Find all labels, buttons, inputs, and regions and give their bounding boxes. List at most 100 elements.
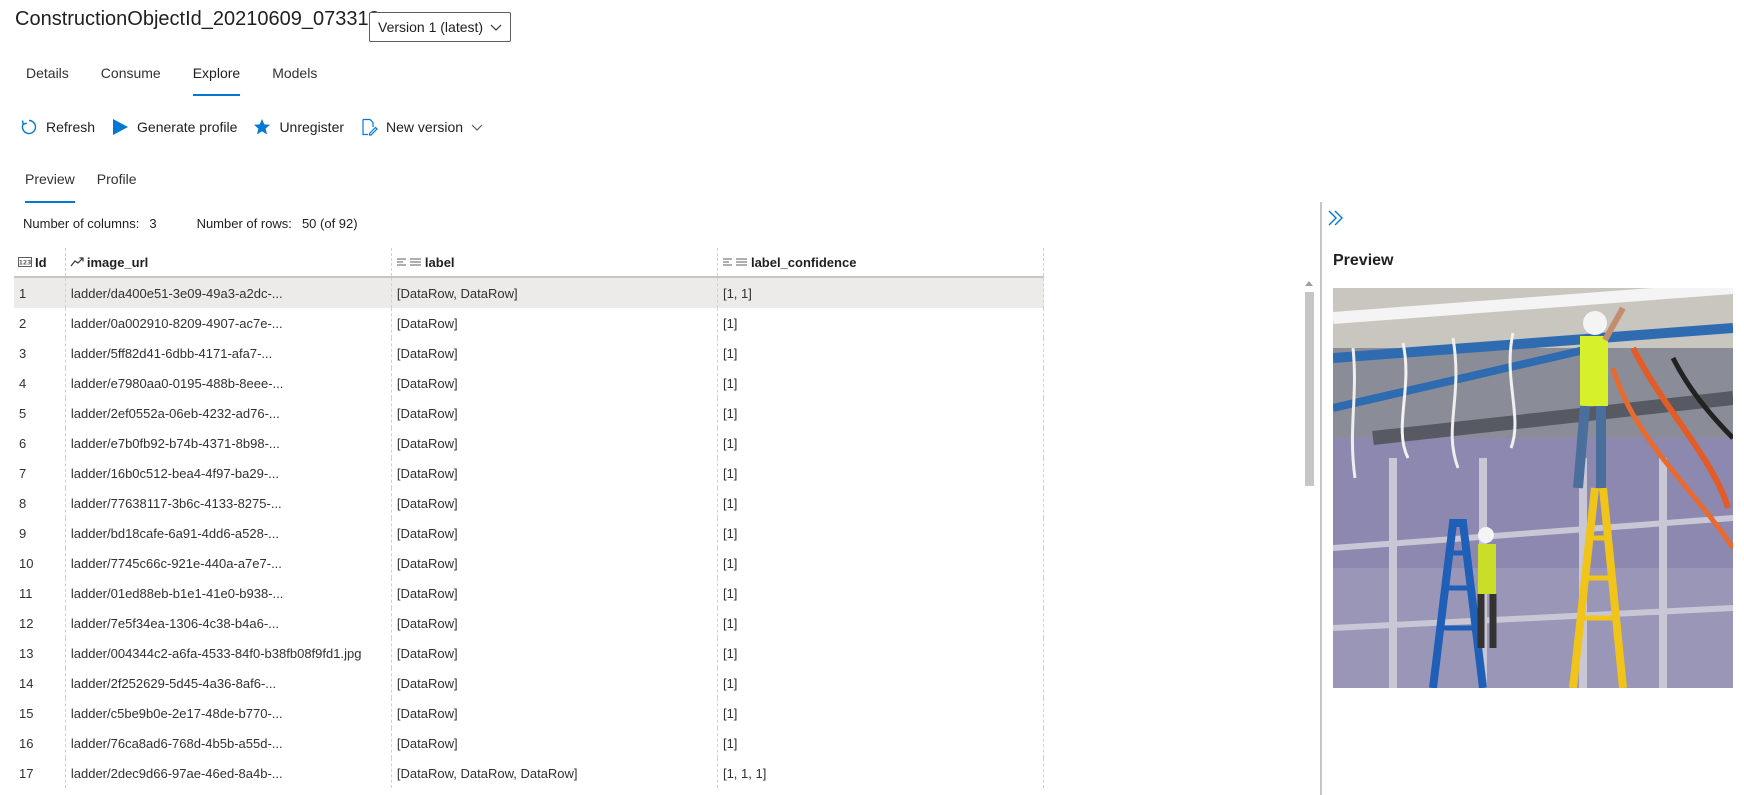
cell-image-url: ladder/7745c66c-921e-440a-a7e7-...	[66, 548, 392, 578]
table-row[interactable]: 14 ladder/2f252629-5d45-4a36-8af6-... [Dat…	[14, 668, 1044, 698]
cell-id: 17	[14, 758, 66, 788]
table-row[interactable]: 2 ladder/0a002910-8209-4907-ac7e-... [Data…	[14, 308, 1044, 338]
cell-image-url: ladder/bd18cafe-6a91-4dd6-a528-...	[66, 518, 392, 548]
table-row[interactable]: 17 ladder/2dec9d66-97ae-46ed-8a4b-... [Dat…	[14, 758, 1044, 788]
svg-text:123: 123	[19, 260, 32, 267]
cell-label: [DataRow]	[392, 458, 718, 488]
column-header-id[interactable]: 123 Id	[14, 248, 66, 276]
rows-label: Number of rows:	[196, 216, 292, 231]
cell-label: [DataRow, DataRow]	[392, 278, 718, 308]
table-scrollbar[interactable]	[1302, 278, 1316, 795]
data-preview-table: 123 Id image_url label label_confidence	[14, 248, 1044, 788]
cell-image-url: ladder/2ef0552a-06eb-4232-ad76-...	[66, 398, 392, 428]
table-row[interactable]: 12 ladder/7e5f34ea-1306-4c38-b4a6-... [Dat…	[14, 608, 1044, 638]
page-title: ConstructionObjectId_20210609_073318	[15, 8, 380, 30]
collapse-pane-icon[interactable]	[1325, 207, 1347, 229]
cell-label: [DataRow]	[392, 518, 718, 548]
cell-id: 4	[14, 368, 66, 398]
column-header-label[interactable]: label	[392, 248, 718, 276]
column-header-label: label_confidence	[750, 254, 857, 270]
cell-label-confidence: [1]	[718, 608, 1044, 638]
tab-details[interactable]: Details	[10, 56, 85, 96]
refresh-icon	[21, 119, 37, 135]
generate-profile-label: Generate profile	[137, 119, 238, 135]
tab-explore[interactable]: Explore	[177, 56, 256, 96]
dataset-stats: Number of columns: 3 Number of rows: 50 (o…	[23, 216, 398, 231]
table-row[interactable]: 6 ladder/e7b0fb92-b74b-4371-8b98-... [Data…	[14, 428, 1044, 458]
subtab-profile[interactable]: Profile	[86, 168, 148, 203]
cell-id: 5	[14, 398, 66, 428]
table-row[interactable]: 5 ladder/2ef0552a-06eb-4232-ad76-... [Data…	[14, 398, 1044, 428]
table-body: 1 ladder/da400e51-3e09-49a3-a2dc-... [Data…	[14, 278, 1044, 788]
cell-label: [DataRow]	[392, 548, 718, 578]
cell-label-confidence: [1]	[718, 668, 1044, 698]
cell-id: 15	[14, 698, 66, 728]
table-row[interactable]: 4 ladder/e7980aa0-0195-488b-8eee-... [Data…	[14, 368, 1044, 398]
cell-id: 11	[14, 578, 66, 608]
cell-label: [DataRow]	[392, 728, 718, 758]
scroll-up-arrow-icon[interactable]	[1305, 281, 1313, 286]
cell-label: [DataRow]	[392, 398, 718, 428]
columns-label: Number of columns:	[23, 216, 140, 231]
table-row[interactable]: 1 ladder/da400e51-3e09-49a3-a2dc-... [Data…	[14, 278, 1044, 308]
refresh-button[interactable]: Refresh	[20, 118, 95, 136]
cell-label: [DataRow, DataRow, DataRow]	[392, 758, 718, 788]
play-icon	[113, 119, 129, 135]
cell-id: 9	[14, 518, 66, 548]
numeric-type-icon: 123	[18, 257, 32, 267]
rows-stat: Number of rows: 50 (of 92)	[197, 216, 358, 231]
cell-image-url: ladder/01ed88eb-b1e1-41e0-b938-...	[66, 578, 392, 608]
cell-id: 13	[14, 638, 66, 668]
rows-value: 50 (of 92)	[301, 216, 358, 231]
cell-label-confidence: [1]	[718, 728, 1044, 758]
tab-models[interactable]: Models	[256, 56, 333, 96]
unregister-label: Unregister	[279, 119, 345, 135]
cell-label: [DataRow]	[392, 698, 718, 728]
columns-stat: Number of columns: 3	[23, 216, 157, 231]
table-row[interactable]: 11 ladder/01ed88eb-b1e1-41e0-b938-... [Dat…	[14, 578, 1044, 608]
scrollbar-thumb[interactable]	[1305, 292, 1314, 486]
cell-label-confidence: [1, 1]	[718, 278, 1044, 308]
table-row[interactable]: 13 ladder/004344c2-a6fa-4533-84f0-b38fb08…	[14, 638, 1044, 668]
table-row[interactable]: 15 ladder/c5be9b0e-2e17-48de-b770-... [Dat…	[14, 698, 1044, 728]
chevron-down-icon	[471, 124, 483, 131]
unregister-button[interactable]: Unregister	[253, 118, 344, 136]
cell-label: [DataRow]	[392, 368, 718, 398]
column-header-image-url[interactable]: image_url	[66, 248, 392, 276]
column-header-label: image_url	[86, 254, 149, 270]
column-header-label-confidence[interactable]: label_confidence	[718, 248, 1044, 276]
table-row[interactable]: 3 ladder/5ff82d41-6dbb-4171-afa7-... [Data…	[14, 338, 1044, 368]
main-tabs: Details Consume Explore Models	[10, 56, 333, 96]
cell-image-url: ladder/0a002910-8209-4907-ac7e-...	[66, 308, 392, 338]
table-row[interactable]: 7 ladder/16b0c512-bea4-4f97-ba29-... [Data…	[14, 458, 1044, 488]
cell-image-url: ladder/7e5f34ea-1306-4c38-b4a6-...	[66, 608, 392, 638]
cell-id: 14	[14, 668, 66, 698]
cell-image-url: ladder/16b0c512-bea4-4f97-ba29-...	[66, 458, 392, 488]
cell-id: 10	[14, 548, 66, 578]
cell-image-url: ladder/004344c2-a6fa-4533-84f0-b38fb08f9…	[66, 638, 392, 668]
subtab-preview[interactable]: Preview	[14, 168, 86, 203]
toolbar: Refresh Generate profile Unregister New …	[20, 116, 499, 138]
cell-id: 1	[14, 278, 66, 308]
cell-image-url: ladder/da400e51-3e09-49a3-a2dc-...	[66, 278, 392, 308]
version-dropdown[interactable]: Version 1 (latest)	[369, 12, 511, 42]
table-row[interactable]: 9 ladder/bd18cafe-6a91-4dd6-a528-... [Data…	[14, 518, 1044, 548]
column-header-label: label	[424, 254, 455, 270]
cell-label-confidence: [1]	[718, 518, 1044, 548]
table-row[interactable]: 10 ladder/7745c66c-921e-440a-a7e7-... [Dat…	[14, 548, 1044, 578]
table-row[interactable]: 16 ladder/76ca8ad6-768d-4b5b-a55d-... [Dat…	[14, 728, 1044, 758]
cell-label: [DataRow]	[392, 338, 718, 368]
cell-id: 2	[14, 308, 66, 338]
table-row[interactable]: 8 ladder/77638117-3b6c-4133-8275-... [Data…	[14, 488, 1044, 518]
generate-profile-button[interactable]: Generate profile	[111, 118, 237, 136]
text-type-icon	[396, 258, 421, 266]
refresh-label: Refresh	[46, 119, 96, 135]
cell-label: [DataRow]	[392, 668, 718, 698]
tab-consume[interactable]: Consume	[85, 56, 177, 96]
cell-label: [DataRow]	[392, 308, 718, 338]
pane-divider[interactable]	[1320, 202, 1322, 795]
cell-image-url: ladder/77638117-3b6c-4133-8275-...	[66, 488, 392, 518]
new-version-button[interactable]: New version	[360, 118, 483, 136]
cell-id: 8	[14, 488, 66, 518]
cell-label: [DataRow]	[392, 608, 718, 638]
